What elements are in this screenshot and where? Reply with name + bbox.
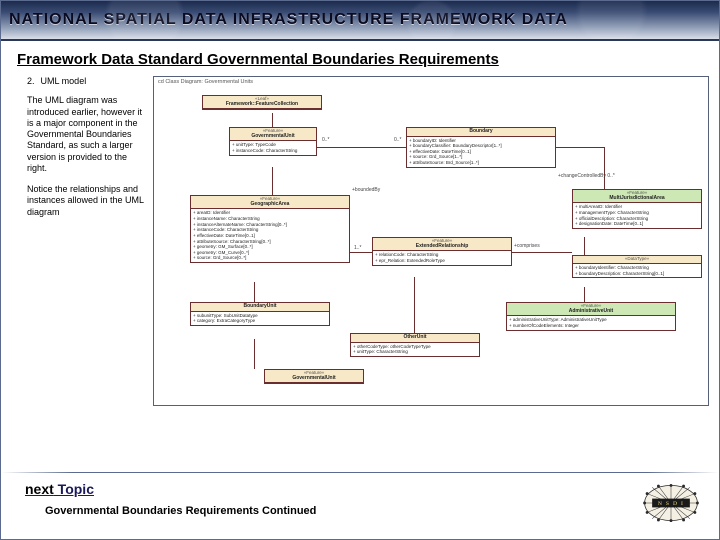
class-geographicarea: «Feature»GeographicArea + areaID: Identi…	[190, 195, 350, 263]
class-administrativeunit: «Feature»AdministrativeUnit + administra…	[506, 302, 676, 331]
body-row: 2. UML model The UML diagram was introdu…	[1, 72, 719, 406]
connector	[254, 282, 255, 302]
uml-diagram: cd Class Diagram: Governmental Units «Le…	[153, 76, 709, 406]
multiplicity: 0..*	[322, 137, 330, 143]
nsdi-logo: N S D I	[639, 481, 703, 525]
connector	[317, 147, 406, 148]
next-topic-subtitle: Governmental Boundaries Requirements Con…	[45, 505, 316, 517]
role-comprises: +comprises	[514, 243, 540, 249]
list-item-2: 2. UML model	[27, 76, 147, 87]
connector	[272, 167, 273, 195]
diagram-title: cd Class Diagram: Governmental Units	[158, 79, 253, 85]
slide: NATIONAL SPATIAL DATA INFRASTRUCTURE FRA…	[0, 0, 720, 540]
multiplicity: 0..*	[394, 137, 402, 143]
class-boundaryunit: BoundaryUnit + subunitType: SubUnitDatat…	[190, 302, 330, 326]
class-boundary: Boundary + boundaryID: Identifier + boun…	[406, 127, 556, 168]
page-title: Framework Data Standard Governmental Bou…	[17, 51, 719, 68]
connector	[272, 113, 273, 127]
logo-text: N S D I	[658, 501, 684, 507]
next-topic-link[interactable]: next Topic	[25, 481, 94, 497]
top-banner: NATIONAL SPATIAL DATA INFRASTRUCTURE FRA…	[1, 1, 719, 41]
side-paragraph-2: Notice the relationships and instances a…	[27, 184, 147, 218]
connector	[584, 287, 585, 302]
connector	[604, 147, 605, 189]
divider	[1, 472, 719, 473]
connector	[584, 237, 585, 255]
side-paragraph-1: The UML diagram was introduced earlier, …	[27, 95, 147, 174]
connector	[414, 277, 415, 333]
connector	[556, 147, 604, 148]
banner-title: NATIONAL SPATIAL DATA INFRASTRUCTURE FRA…	[9, 11, 568, 29]
side-text: 2. UML model The UML diagram was introdu…	[27, 76, 147, 228]
class-framework-featurecollection: «Leaf»Framework::FeatureCollection	[202, 95, 322, 110]
connector	[350, 252, 372, 253]
class-otherunit: OtherUnit + otherCodeType: otherCodeType…	[350, 333, 480, 357]
item-heading: UML model	[41, 76, 87, 87]
class-multijurisdictionalarea: «Feature»MultiJurisdictionalArea + multi…	[572, 189, 702, 229]
role-changecontrolledby: +changeControlledBy 0..*	[558, 173, 615, 179]
role-boundedby: +boundedBy	[352, 187, 380, 193]
globe-icon: N S D I	[639, 481, 703, 525]
class-governmentalunit-bottom: «Feature»GovernmentalUnit	[264, 369, 364, 384]
connector	[254, 339, 255, 369]
item-number: 2.	[27, 76, 35, 87]
class-extendedrelationship: «Feature»ExtendedRelationship + relation…	[372, 237, 512, 266]
next-label-word: Topic	[54, 481, 94, 497]
multiplicity: 1..*	[354, 245, 362, 251]
next-label-prefix: next	[25, 481, 54, 497]
class-datatype-boundary: «DataType» + boundaryIdentifier: Charact…	[572, 255, 702, 278]
connector	[512, 252, 572, 253]
class-governmentalunit-top: «Feature»GovernmentalUnit + unitType: Ty…	[229, 127, 317, 156]
